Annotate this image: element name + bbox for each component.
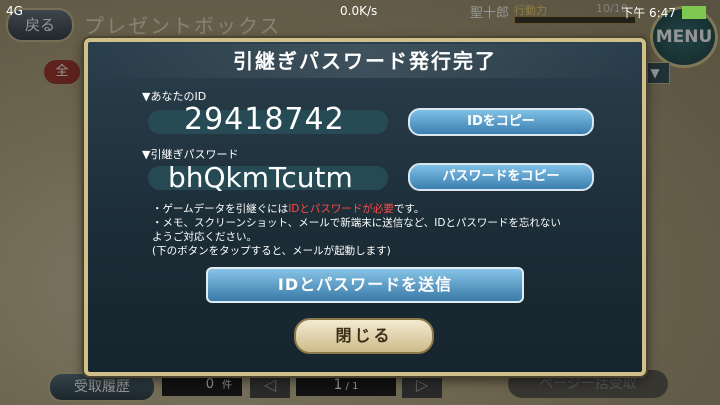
note-line-1: ・ゲームデータを引継ぐにはIDとパスワードが必要です。 — [152, 202, 612, 216]
clock: 下午 6:47 — [621, 4, 706, 21]
network-speed: 0.0K/s — [340, 4, 378, 18]
battery-icon — [682, 6, 706, 19]
note-line-2: ・メモ、スクリーンショット、メールで新端末に送信など、IDとパスワードを忘れない — [152, 217, 561, 229]
note-line-1-warning: IDとパスワードが必要 — [288, 203, 394, 215]
transfer-password-value: bhQkmTcutm — [168, 161, 353, 194]
close-button[interactable]: 閉じる — [294, 318, 434, 354]
dialog-title: 引継ぎパスワード発行完了 — [88, 44, 642, 78]
transfer-password-dialog: 引継ぎパスワード発行完了 ▼あなたのID 29418742 IDをコピー ▼引継… — [84, 38, 646, 376]
system-status-bar: 4G 0.0K/s 下午 6:47 — [0, 0, 720, 22]
user-id-value: 29418742 — [184, 102, 345, 137]
note-line-1-post: です。 — [393, 203, 425, 215]
time-text: 下午 6:47 — [621, 6, 676, 20]
send-id-password-button[interactable]: IDとパスワードを送信 — [206, 267, 524, 303]
instructions-text: ・ゲームデータを引継ぐにはIDとパスワードが必要です。 ・メモ、スクリーンショッ… — [152, 202, 612, 258]
note-line-3: ようご対応ください。 — [152, 231, 257, 243]
note-line-1-pre: ・ゲームデータを引継ぐには — [152, 203, 289, 215]
copy-password-button[interactable]: パスワードをコピー — [408, 163, 594, 191]
network-indicator: 4G — [6, 4, 23, 18]
note-line-4: (下のボタンをタップすると、メールが起動します) — [152, 245, 391, 257]
copy-id-button[interactable]: IDをコピー — [408, 108, 594, 136]
password-label: ▼引継ぎパスワード — [142, 148, 239, 161]
